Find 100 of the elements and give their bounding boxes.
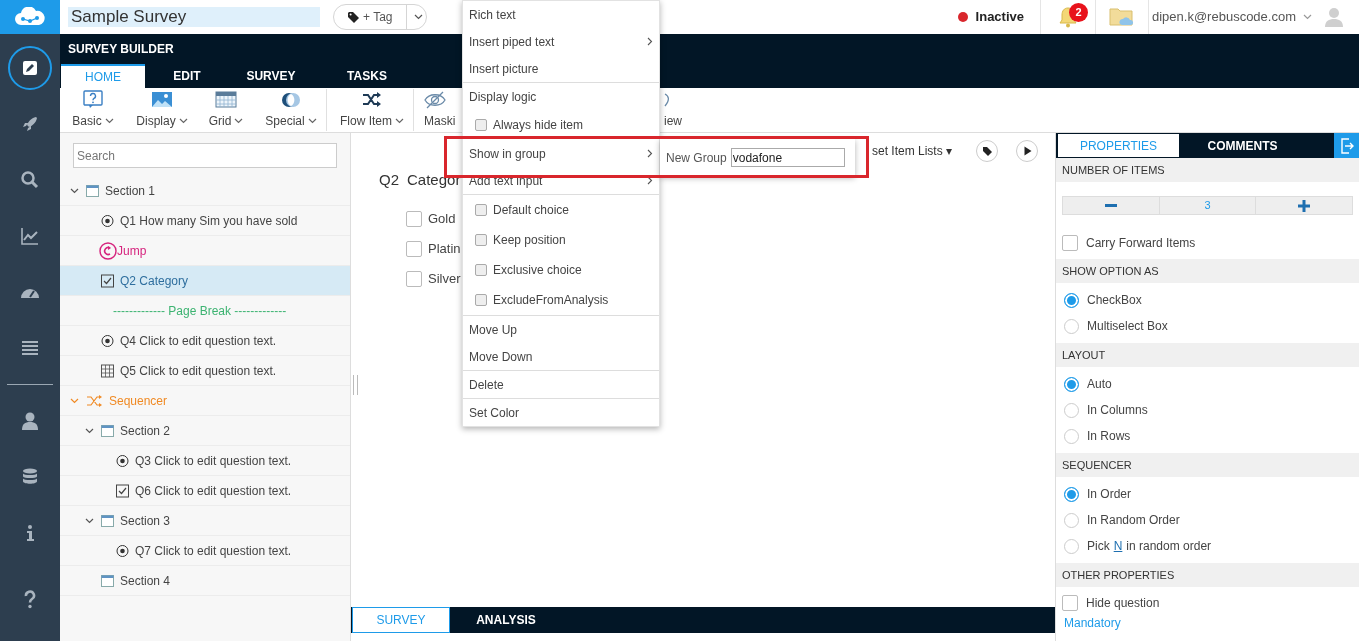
ribbon-button[interactable]: Grid [204, 88, 248, 132]
ribbon-tab[interactable]: EDIT [145, 64, 229, 88]
menu-item[interactable]: Move Down [463, 343, 659, 370]
menu-item[interactable]: Display logic [463, 83, 659, 110]
menu-item[interactable]: Insert piped text [463, 28, 659, 55]
line-chart-icon[interactable] [20, 226, 40, 246]
tree-item[interactable]: Q4 Click to edit question text. [60, 326, 350, 356]
ribbon-button[interactable]: Display [130, 88, 194, 132]
menu-item-label[interactable]: Keep position [493, 231, 653, 249]
checkbox[interactable] [1062, 595, 1078, 611]
option-checkbox[interactable] [406, 270, 422, 287]
choice-label[interactable]: Auto [1087, 375, 1112, 393]
tree-item[interactable]: Q6 Click to edit question text. [60, 476, 350, 506]
ribbon-tab[interactable]: SURVEY [229, 64, 313, 88]
choice-label[interactable]: In Rows [1087, 427, 1131, 445]
checkbox[interactable] [475, 264, 487, 276]
ribbon-button[interactable]: Flow Item [335, 88, 409, 132]
stepper-value: 3 [1204, 198, 1211, 214]
radio-button[interactable] [1064, 512, 1079, 528]
list-icon[interactable] [20, 338, 40, 358]
ribbon-tab[interactable]: TASKS [313, 64, 421, 88]
radio-button[interactable] [1064, 538, 1079, 554]
panel-tab[interactable]: COMMENTS [1181, 133, 1304, 158]
field-label: New Group [666, 149, 727, 167]
tag-label[interactable]: + Tag [363, 8, 393, 26]
tree-item[interactable]: Q3 Click to edit question text. [60, 446, 350, 476]
section-header: OTHER PROPERTIES [1056, 563, 1359, 587]
survey-title-field[interactable]: Sample Survey [68, 7, 320, 27]
nav-button[interactable] [8, 46, 52, 90]
menu-item[interactable]: Insert picture [463, 55, 659, 82]
option-label[interactable]: Gold [428, 208, 456, 229]
checkbox[interactable] [475, 204, 487, 216]
menu-item[interactable]: Set Color [463, 399, 659, 426]
chevron-icon[interactable] [85, 516, 94, 525]
menu-item-label[interactable]: ExcludeFromAnalysis [493, 291, 653, 309]
user-icon[interactable] [20, 411, 40, 431]
item-lists-dropdown[interactable]: set Item Lists ▾ [872, 142, 953, 160]
radio-button[interactable] [1064, 402, 1079, 418]
minus-icon[interactable] [1104, 204, 1117, 207]
search-field[interactable]: Search [73, 143, 337, 168]
bottom-tab[interactable]: ANALYSIS [450, 607, 562, 633]
user-menu-button[interactable]: dipen.k@rebuscode.com [1149, 7, 1324, 27]
chevron-icon[interactable] [85, 426, 94, 435]
choice-label[interactable]: In Order [1087, 485, 1131, 503]
rocket-icon[interactable] [20, 114, 40, 134]
menu-item-label[interactable]: Default choice [493, 201, 653, 219]
count-link[interactable]: N [1113, 537, 1123, 555]
menu-item[interactable]: Move Up [463, 316, 659, 343]
menu-item[interactable]: Delete [463, 371, 659, 398]
checkbox[interactable] [1062, 235, 1078, 251]
plus-icon[interactable] [1298, 199, 1311, 212]
ribbon-button[interactable]: iew [664, 88, 694, 132]
database-icon[interactable] [20, 467, 40, 487]
radio-button[interactable] [1064, 486, 1079, 502]
tree-item[interactable]: Section 2 [60, 416, 350, 446]
group-name-field[interactable]: vodafone [730, 148, 845, 167]
checkbox[interactable] [475, 294, 487, 306]
checkbox[interactable] [475, 234, 487, 246]
play-icon[interactable] [1016, 140, 1039, 162]
question-title[interactable]: Categor [407, 169, 461, 192]
choice-label[interactable]: Pick [1087, 537, 1110, 555]
setting-label[interactable]: Hide question [1086, 594, 1160, 612]
option-checkbox[interactable] [406, 210, 422, 227]
choice-label[interactable]: In Random Order [1087, 511, 1180, 529]
tree-item[interactable]: Q1 How many Sim you have sold [60, 206, 350, 236]
tag-icon[interactable] [976, 140, 999, 162]
radio-button[interactable] [1064, 318, 1079, 334]
ribbon-button[interactable]: Maski [424, 88, 458, 132]
menu-item-label[interactable]: Exclusive choice [493, 261, 653, 279]
search-icon[interactable] [20, 170, 40, 190]
choice-label[interactable]: CheckBox [1087, 291, 1142, 309]
tree-item[interactable]: Section 4 [60, 566, 350, 596]
chevron-icon[interactable] [70, 186, 79, 195]
radio-button[interactable] [1064, 292, 1079, 308]
tree-item[interactable]: Q7 Click to edit question text. [60, 536, 350, 566]
option-label[interactable]: Platin [428, 238, 461, 259]
tree-item[interactable]: Q5 Click to edit question text. [60, 356, 350, 386]
resize-handle[interactable] [353, 375, 358, 395]
checkbox[interactable] [475, 119, 487, 131]
option-label[interactable]: Silver [428, 268, 461, 289]
pencil-icon [20, 58, 40, 78]
ribbon-button[interactable]: Basic [68, 88, 118, 132]
choice-label[interactable]: in random order [1126, 537, 1212, 555]
folder-cloud-icon[interactable] [1109, 6, 1135, 28]
tree-item[interactable]: Section 3 [60, 506, 350, 536]
choice-label[interactable]: In Columns [1087, 401, 1148, 419]
section-header: NUMBER OF ITEMS [1056, 158, 1359, 182]
radio-button[interactable] [1064, 428, 1079, 444]
avatar-icon[interactable] [1324, 7, 1344, 27]
radio-button[interactable] [1064, 376, 1079, 392]
tree-item[interactable]: Section 1 [60, 176, 350, 206]
menu-item[interactable]: Show in group [463, 140, 659, 167]
tree-item[interactable]: Q2 Category [60, 266, 350, 296]
setting-label[interactable]: Carry Forward Items [1086, 234, 1196, 252]
menu-item-label[interactable]: Always hide item [493, 116, 653, 134]
option-checkbox[interactable] [406, 240, 422, 257]
menu-item[interactable]: Rich text [463, 1, 659, 28]
choice-label[interactable]: Multiselect Box [1087, 317, 1168, 335]
exit-icon[interactable] [1339, 137, 1354, 154]
ribbon-button[interactable]: Special [260, 88, 322, 132]
